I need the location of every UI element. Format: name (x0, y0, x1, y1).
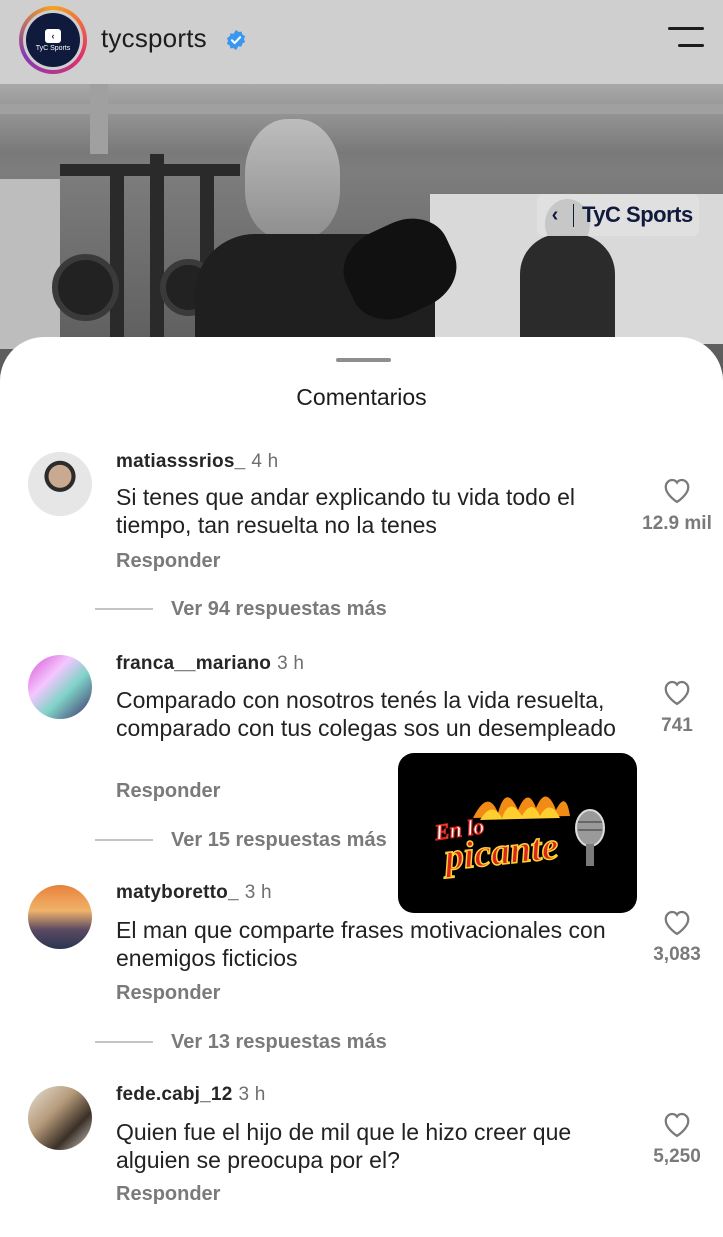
sheet-title: Comentarios (296, 384, 427, 410)
commenter-username[interactable]: matiasssrios_ (116, 451, 245, 472)
post-image: ‹ TyC Sports (0, 84, 723, 374)
comment-time: 3 h (244, 882, 272, 903)
microphone-icon (574, 809, 605, 866)
verified-badge-icon (226, 29, 246, 51)
view-more-replies[interactable]: Ver 94 respuestas más (95, 597, 387, 621)
like-heart-icon[interactable] (662, 908, 692, 936)
like-count: 3,083 (653, 944, 701, 965)
tyc-logo-icon: ‹ (45, 28, 61, 43)
tyc-watermark: ‹ TyC Sports (537, 194, 699, 236)
like-count: 741 (661, 715, 693, 736)
like-heart-icon[interactable] (662, 678, 692, 706)
reply-button[interactable]: Responder (116, 982, 220, 1005)
view-more-replies[interactable]: Ver 15 respuestas más (95, 828, 387, 852)
commenter-username[interactable]: fede.cabj_12 (116, 1084, 232, 1105)
profile-avatar[interactable]: ‹ TyC Sports (19, 6, 87, 74)
like-count: 12.9 mil (642, 513, 712, 534)
reply-button[interactable]: Responder (116, 780, 220, 803)
reply-button[interactable]: Responder (116, 1183, 220, 1206)
reply-button[interactable]: Responder (116, 550, 220, 573)
commenter-avatar[interactable] (28, 452, 92, 516)
person-head (245, 119, 340, 239)
en-lo-picante-logo-overlay: En lo picante (398, 753, 637, 913)
commenter-username[interactable]: matyboretto_ (116, 882, 239, 903)
avatar-text: TyC Sports (35, 44, 71, 52)
commenter-avatar[interactable] (28, 1086, 92, 1150)
commenter-username[interactable]: franca__mariano (116, 653, 271, 674)
comment-text: Quien fue el hijo de mil que le hizo cre… (116, 1119, 572, 1173)
profile-username[interactable]: tycsports (101, 23, 207, 54)
comment-text: El man que comparte frases motivacionale… (116, 917, 606, 971)
comment-time: 4 h (251, 451, 279, 472)
view-more-replies[interactable]: Ver 13 respuestas más (95, 1030, 387, 1054)
like-count: 5,250 (653, 1146, 701, 1167)
like-heart-icon[interactable] (662, 476, 692, 504)
commenter-avatar[interactable] (28, 885, 92, 949)
comment-text: Si tenes que andar explicando tu vida to… (116, 484, 576, 538)
hamburger-menu-icon[interactable] (668, 27, 704, 55)
comment-time: 3 h (238, 1084, 266, 1105)
comment-text: Comparado con nosotros tenés la vida res… (116, 687, 616, 741)
tyc-mark-icon: ‹ (537, 203, 574, 227)
commenter-avatar[interactable] (28, 655, 92, 719)
drag-handle[interactable] (336, 358, 391, 362)
profile-header: ‹ TyC Sports tycsports (0, 0, 723, 84)
like-heart-icon[interactable] (662, 1110, 692, 1138)
comment-time: 3 h (277, 653, 305, 674)
picante-logo: En lo picante (431, 796, 605, 880)
